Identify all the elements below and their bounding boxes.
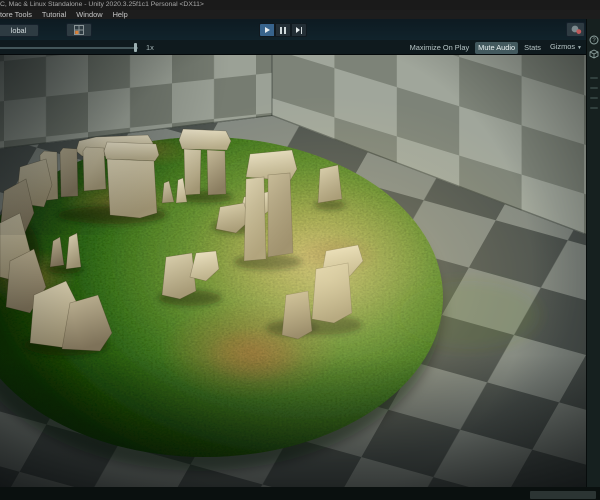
- corner-darkening: [0, 55, 260, 235]
- cube-gizmo-icon: [589, 49, 599, 59]
- scale-value: 1x: [146, 43, 154, 52]
- window-title: C, Mac & Linux Standalone - Unity 2020.3…: [0, 1, 204, 8]
- panel-text-fragment: [590, 87, 598, 89]
- menu-item-window[interactable]: Window: [76, 10, 102, 19]
- step-button[interactable]: [291, 23, 307, 37]
- right-panel-sliver: ?: [586, 19, 600, 487]
- scale-slider-handle[interactable]: [134, 43, 137, 52]
- game-toolbar-toggles: Maximize On Play Mute Audio Stats Gizmos…: [407, 41, 585, 54]
- grid-snap-icon: [74, 25, 84, 35]
- scale-slider-track[interactable]: [0, 47, 138, 49]
- collab-cloud-button[interactable]: [566, 22, 585, 37]
- game-viewport[interactable]: [0, 55, 587, 487]
- collab-cloud-icon: [571, 25, 582, 34]
- main-toolbar: lobal: [0, 19, 600, 40]
- menu-item-tutorial[interactable]: Tutorial: [42, 10, 66, 19]
- global-pivot-label: lobal: [10, 26, 27, 35]
- status-bar: [0, 487, 600, 500]
- bottom-darkening: [0, 355, 586, 487]
- panel-text-fragment: [590, 77, 598, 79]
- mute-audio-toggle[interactable]: Mute Audio: [475, 41, 519, 54]
- grid-snap-button[interactable]: [66, 23, 92, 37]
- global-pivot-button[interactable]: lobal: [0, 24, 39, 37]
- play-button[interactable]: [259, 23, 275, 37]
- help-circle-icon: ?: [589, 35, 599, 45]
- menu-bar: tore Tools Tutorial Window Help: [0, 10, 600, 19]
- play-controls: [259, 23, 307, 37]
- stats-toggle[interactable]: Stats: [521, 42, 544, 54]
- pause-icon: [280, 26, 286, 34]
- menu-item-help[interactable]: Help: [113, 10, 128, 19]
- scene-render: [0, 55, 587, 487]
- unity-editor-window: C, Mac & Linux Standalone - Unity 2020.3…: [0, 0, 600, 500]
- chevron-down-icon: ▼: [577, 45, 582, 51]
- pause-button[interactable]: [275, 23, 291, 37]
- statusbar-segment: [530, 491, 596, 499]
- menu-item-store-tools[interactable]: tore Tools: [0, 10, 32, 19]
- play-icon: [264, 27, 270, 33]
- gizmos-dropdown[interactable]: Gizmos ▼: [547, 41, 585, 54]
- gizmos-label: Gizmos: [549, 42, 576, 51]
- panel-text-fragment: [590, 97, 598, 99]
- title-bar: C, Mac & Linux Standalone - Unity 2020.3…: [0, 0, 600, 10]
- panel-text-fragment: [590, 107, 598, 109]
- step-icon: [295, 26, 303, 34]
- maximize-on-play-toggle[interactable]: Maximize On Play: [407, 42, 473, 54]
